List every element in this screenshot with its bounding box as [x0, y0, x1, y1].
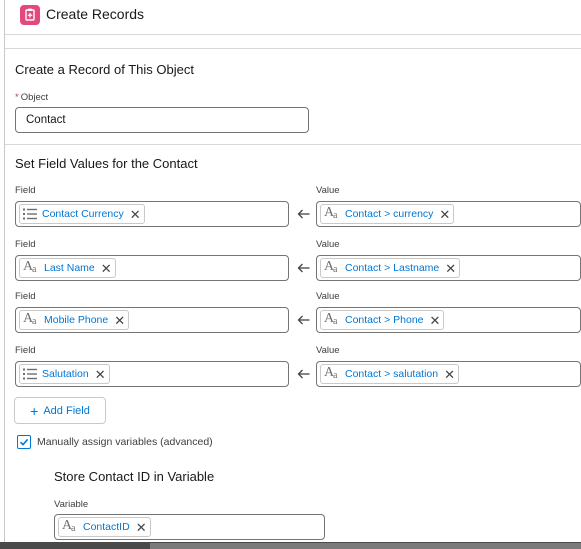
fields-section-title: Set Field Values for the Contact	[15, 156, 198, 171]
text-icon: Aa	[23, 259, 37, 275]
variable-label: Variable	[54, 499, 89, 510]
field-pill[interactable]: Contact Currency ✕	[19, 204, 145, 224]
close-icon[interactable]: ✕	[95, 368, 106, 381]
field-pill[interactable]: Aa Mobile Phone ✕	[19, 310, 130, 330]
field-pill-label: Mobile Phone	[44, 314, 109, 326]
field-input[interactable]: Salutation ✕	[15, 361, 289, 387]
text-icon: Aa	[324, 259, 338, 275]
field-input[interactable]: Aa Mobile Phone ✕	[15, 307, 289, 333]
text-icon: Aa	[23, 311, 37, 327]
left-divider	[4, 0, 5, 542]
text-icon: Aa	[324, 205, 338, 221]
checkmark-icon	[19, 438, 29, 446]
header-divider	[5, 34, 581, 35]
bottom-bar-segment	[150, 543, 581, 549]
value-pill[interactable]: Aa Contact > salutation ✕	[320, 364, 460, 384]
required-marker: *	[15, 92, 19, 103]
object-section-title: Create a Record of This Object	[15, 62, 194, 77]
value-pill[interactable]: Aa Contact > Lastname ✕	[320, 258, 461, 278]
manual-assign-checkbox[interactable]	[17, 435, 31, 449]
field-label: Field	[15, 185, 36, 196]
section-divider	[5, 144, 581, 145]
variable-pill[interactable]: Aa ContactID ✕	[58, 517, 151, 537]
field-pill-label: Salutation	[42, 368, 89, 380]
value-pill-label: Contact > currency	[345, 208, 434, 220]
value-pill-label: Contact > Lastname	[345, 262, 440, 274]
field-pill-label: Contact Currency	[42, 208, 124, 220]
text-icon: Aa	[62, 518, 76, 534]
arrow-left-icon	[297, 315, 310, 325]
field-label: Field	[15, 291, 36, 302]
close-icon[interactable]: ✕	[101, 262, 112, 275]
close-icon[interactable]: ✕	[136, 521, 147, 534]
field-label: Field	[15, 239, 36, 250]
field-input[interactable]: Contact Currency ✕	[15, 201, 289, 227]
store-section-title: Store Contact ID in Variable	[54, 469, 215, 484]
variable-pill-label: ContactID	[83, 521, 130, 533]
value-input[interactable]: Aa Contact > Phone ✕	[316, 307, 581, 333]
arrow-left-icon	[297, 209, 310, 219]
panel-header: Create Records	[5, 0, 581, 34]
value-label: Value	[316, 291, 340, 302]
close-icon[interactable]: ✕	[114, 314, 125, 327]
manual-assign-label: Manually assign variables (advanced)	[37, 436, 213, 448]
value-pill-label: Contact > Phone	[345, 314, 424, 326]
panel-title: Create Records	[46, 6, 145, 22]
value-input[interactable]: Aa Contact > salutation ✕	[316, 361, 581, 387]
create-records-icon	[20, 5, 40, 25]
value-pill[interactable]: Aa Contact > currency ✕	[320, 204, 455, 224]
create-records-panel: Create Records Create a Record of This O…	[0, 0, 581, 549]
text-icon: Aa	[324, 311, 338, 327]
arrow-left-icon	[297, 263, 310, 273]
add-field-button[interactable]: + Add Field	[14, 397, 106, 424]
text-icon: Aa	[324, 365, 338, 381]
field-pill[interactable]: Salutation ✕	[19, 364, 110, 384]
close-icon[interactable]: ✕	[430, 314, 441, 327]
field-label: Field	[15, 345, 36, 356]
section-divider	[5, 48, 581, 49]
picklist-icon	[23, 368, 37, 380]
close-icon[interactable]: ✕	[439, 208, 450, 221]
close-icon[interactable]: ✕	[445, 262, 456, 275]
arrow-left-icon	[297, 369, 310, 379]
value-label: Value	[316, 239, 340, 250]
object-input[interactable]: Contact	[15, 107, 309, 133]
value-label: Value	[316, 345, 340, 356]
picklist-icon	[23, 208, 37, 220]
close-icon[interactable]: ✕	[444, 368, 455, 381]
value-pill[interactable]: Aa Contact > Phone ✕	[320, 310, 445, 330]
value-input[interactable]: Aa Contact > Lastname ✕	[316, 255, 581, 281]
field-input[interactable]: Aa Last Name ✕	[15, 255, 289, 281]
add-field-label: Add Field	[43, 404, 90, 417]
plus-icon: +	[30, 402, 39, 419]
value-label: Value	[316, 185, 340, 196]
field-pill-label: Last Name	[44, 262, 95, 274]
value-input[interactable]: Aa Contact > currency ✕	[316, 201, 581, 227]
value-pill-label: Contact > salutation	[345, 368, 439, 380]
field-pill[interactable]: Aa Last Name ✕	[19, 258, 116, 278]
variable-input[interactable]: Aa ContactID ✕	[54, 514, 325, 540]
object-label: * Object	[15, 92, 49, 103]
close-icon[interactable]: ✕	[130, 208, 141, 221]
